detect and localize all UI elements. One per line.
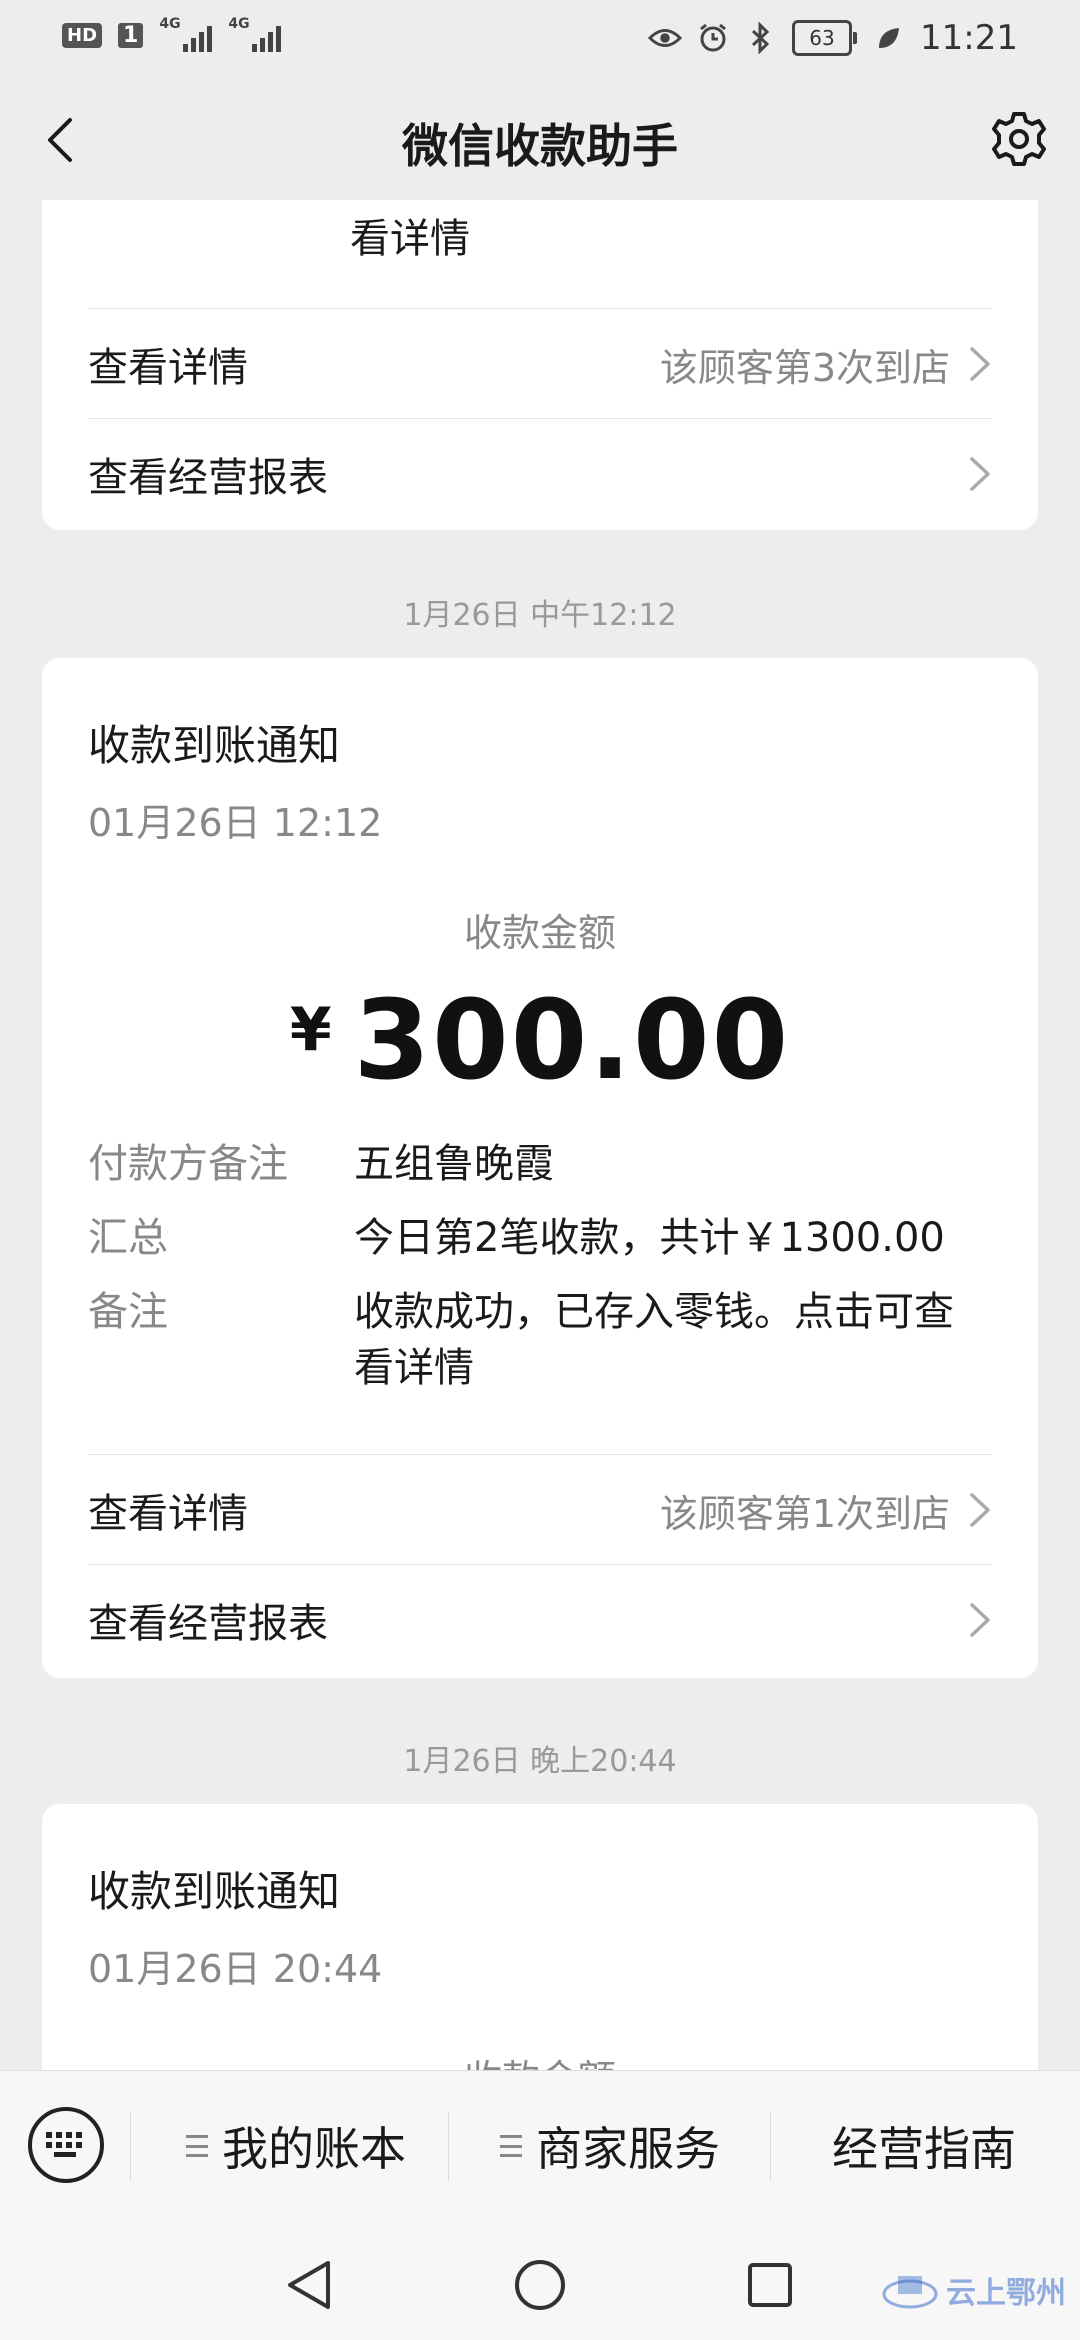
- status-bar: HD 1 4G 4G 63 11:21: [0, 0, 1080, 80]
- watermark-logo-icon: [882, 2276, 938, 2309]
- amount-label: 收款金额: [463, 911, 616, 955]
- bottom-menu-bar: 我的账本 商家服务 经营指南: [0, 2070, 1080, 2231]
- menu-divider: [130, 2111, 131, 2181]
- info-value: 收款成功，已存入零钱。点击可查看详情: [354, 1289, 954, 1391]
- card-time: 01月26日 20:44: [88, 1947, 383, 1991]
- keyboard-toggle-button[interactable]: [28, 2107, 104, 2183]
- card-title: 收款到账通知: [88, 721, 341, 770]
- view-details-label: 查看详情: [88, 1491, 248, 1537]
- info-label: 备注: [88, 1289, 168, 1335]
- info-rows: 付款方备注 五组鲁晚霞 汇总 今日第2笔收款，共计￥1300.00 备注 收款成…: [88, 1136, 992, 1414]
- signal-icon-2: 4G: [228, 16, 282, 52]
- system-navigation-bar: 云上鄂州: [0, 2230, 1080, 2340]
- keyboard-icon: [46, 2132, 82, 2157]
- notification-card-partial[interactable]: 看详情 查看详情 该顾客第3次到店 查看经营报表: [42, 200, 1038, 530]
- eye-icon: [648, 21, 683, 55]
- signal-icon: 4G: [159, 16, 213, 52]
- view-report-label: 查看经营报表: [88, 455, 328, 501]
- alarm-icon: [696, 21, 730, 55]
- card-time: 01月26日 12:12: [88, 801, 383, 845]
- circle-home-icon: [515, 2260, 565, 2310]
- visit-count: 该顾客第3次到店: [659, 345, 950, 390]
- info-value: 五组鲁晚霞: [354, 1141, 554, 1187]
- chevron-right-icon: [970, 347, 990, 381]
- sim-indicator: 1: [118, 22, 144, 48]
- info-row-remark: 备注 收款成功，已存入零钱。点击可查看详情: [88, 1284, 992, 1396]
- info-row-payer-note: 付款方备注 五组鲁晚霞: [88, 1136, 992, 1192]
- title-bar: 微信收款助手: [0, 80, 1080, 200]
- nav-back-button[interactable]: [274, 2250, 344, 2320]
- nav-home-button[interactable]: [505, 2250, 575, 2320]
- view-details-row[interactable]: 查看详情 该顾客第1次到店: [88, 1454, 992, 1565]
- clock: 11:21: [920, 18, 1018, 58]
- menu-my-ledger[interactable]: 我的账本: [186, 2111, 406, 2181]
- nav-recents-button[interactable]: [735, 2250, 805, 2320]
- view-details-row[interactable]: 查看详情 该顾客第3次到店: [88, 308, 992, 419]
- info-label: 汇总: [88, 1215, 168, 1261]
- menu-merchant-services[interactable]: 商家服务: [500, 2111, 720, 2181]
- watermark-text: 云上鄂州: [946, 2276, 1066, 2311]
- card-title: 收款到账通知: [88, 1867, 341, 1916]
- menu-label: 我的账本: [222, 2122, 406, 2176]
- leaf-icon: [872, 21, 906, 55]
- amount-number: 300.00: [353, 976, 791, 1104]
- notification-card[interactable]: 收款到账通知 01月26日 12:12 收款金额 ¥300.00 付款方备注 五…: [42, 658, 1038, 1678]
- menu-list-icon: [500, 2135, 522, 2157]
- hd-badge: HD: [62, 22, 103, 48]
- menu-business-guide[interactable]: 经营指南: [832, 2111, 1016, 2181]
- currency-symbol: ¥: [289, 995, 334, 1065]
- menu-list-icon: [186, 2135, 208, 2157]
- triangle-back-icon: [288, 2261, 330, 2309]
- view-report-row[interactable]: 查看经营报表: [88, 418, 992, 529]
- menu-divider: [770, 2111, 771, 2181]
- message-timestamp: 1月26日 中午12:12: [403, 598, 677, 633]
- watermark: 云上鄂州: [882, 2268, 1066, 2312]
- amount-value: ¥300.00: [42, 976, 1038, 1104]
- square-recents-icon: [748, 2263, 792, 2307]
- view-report-row[interactable]: 查看经营报表: [88, 1564, 992, 1675]
- page-title: 微信收款助手: [402, 119, 678, 173]
- view-report-label: 查看经营报表: [88, 1601, 328, 1647]
- remark-tail: 看详情: [350, 216, 470, 262]
- menu-label: 商家服务: [536, 2122, 720, 2176]
- chevron-right-icon: [970, 457, 990, 491]
- menu-divider: [448, 2111, 449, 2181]
- settings-button[interactable]: [986, 106, 1052, 172]
- chevron-right-icon: [970, 1603, 990, 1637]
- battery-icon: 63: [792, 20, 858, 56]
- menu-label: 经营指南: [832, 2122, 1016, 2176]
- info-value: 今日第2笔收款，共计￥1300.00: [354, 1215, 945, 1261]
- chevron-right-icon: [970, 1493, 990, 1527]
- visit-count: 该顾客第1次到店: [659, 1491, 950, 1536]
- info-row-summary: 汇总 今日第2笔收款，共计￥1300.00: [88, 1210, 992, 1266]
- bluetooth-icon: [744, 21, 778, 55]
- info-label: 付款方备注: [88, 1141, 288, 1187]
- message-timestamp: 1月26日 晚上20:44: [403, 1744, 677, 1779]
- view-details-label: 查看详情: [88, 345, 248, 391]
- gear-icon: [992, 112, 1046, 166]
